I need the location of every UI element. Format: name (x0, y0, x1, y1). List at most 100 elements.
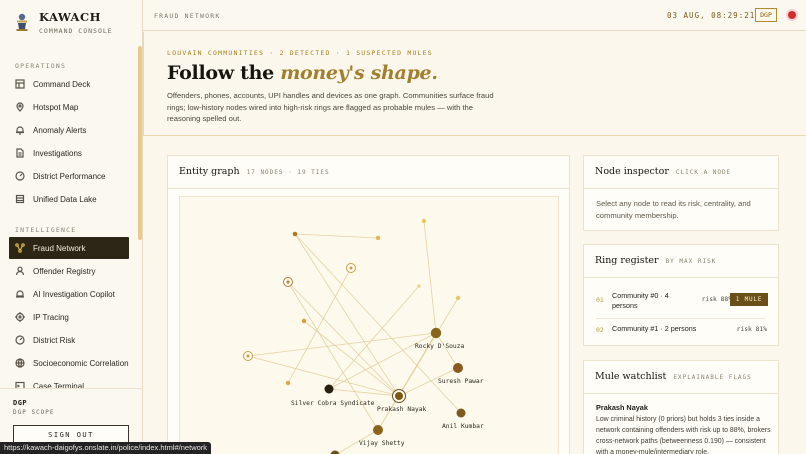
user-scope: DGP SCOPE (13, 409, 55, 416)
main-content: LOUVAIN COMMUNITIES · 2 DETECTED · 1 SUS… (143, 32, 806, 454)
emblem-icon (16, 13, 28, 31)
graph-node-ringed[interactable] (346, 263, 356, 273)
mule-count-badge: 1 MULE (730, 293, 768, 306)
graph-node[interactable] (455, 295, 461, 301)
nav-item-ip-tracing[interactable]: IP Tracing (9, 306, 129, 328)
sidebar-scrollbar[interactable] (138, 46, 142, 240)
nav-item-district-performance[interactable]: District Performance (9, 165, 129, 187)
card-title: Ring register (595, 255, 659, 266)
node-label: Vijay Shetty (359, 440, 405, 447)
ring-name: Community #1 · 2 persons (612, 324, 697, 333)
nav-item-ai-copilot[interactable]: AI Investigation Copilot (9, 283, 129, 305)
ring-row[interactable]: 01 Community #0 · 4 persons risk 88% 1 M… (584, 289, 778, 313)
nav-item-district-risk[interactable]: District Risk (9, 329, 129, 351)
gauge-icon (15, 335, 25, 345)
bell-icon (16, 126, 24, 135)
node-label: Suresh Pawar (438, 378, 484, 385)
edges (247, 220, 462, 454)
graph-canvas[interactable]: Rocky D'Souza Suresh Pawar Silver Cobra … (179, 196, 559, 454)
graph-node[interactable] (453, 363, 463, 373)
ring-index: 02 (596, 326, 604, 334)
edge (328, 388, 400, 397)
card-title: Entity graph (179, 166, 240, 177)
user-role: DGP (13, 399, 28, 407)
title-plain: Follow the (167, 62, 281, 84)
nav-label: Command Deck (33, 79, 91, 89)
graph-node-ringed[interactable] (392, 389, 406, 403)
nav-item-investigations[interactable]: Investigations (9, 142, 129, 164)
node-core (286, 280, 290, 284)
section-label-intelligence: INTELLIGENCE (15, 226, 77, 234)
edge (287, 281, 379, 431)
nodes[interactable] (243, 218, 466, 454)
graph-node[interactable] (430, 327, 442, 339)
card-title: Node inspector (595, 166, 669, 177)
role-badge[interactable]: DGP (755, 8, 777, 22)
card-meta: 17 NODES · 19 TIES (246, 169, 330, 176)
ring-risk: risk 81% (736, 326, 767, 333)
sidebar: KAWACH COMMAND CONSOLE OPERATIONS Comman… (0, 0, 143, 454)
edge (435, 332, 459, 369)
node-label: Silver Cobra Syndicate (291, 400, 375, 407)
graph-node[interactable] (324, 384, 334, 394)
entity-graph-card: Entity graph 17 NODES · 19 TIES Rocky D'… (167, 155, 570, 454)
graph-node-ringed[interactable] (243, 351, 253, 361)
graph-node[interactable] (417, 284, 421, 288)
ring-risk: risk 88% (701, 296, 732, 303)
edge (247, 355, 400, 397)
card-meta: BY MAX RISK (665, 258, 717, 265)
grid-icon (15, 79, 25, 89)
ring-row[interactable]: 02 Community #1 · 2 persons risk 81% (584, 323, 778, 339)
node-core (246, 354, 250, 358)
edge (303, 320, 400, 397)
nav-item-anomaly-alerts[interactable]: Anomaly Alerts (9, 119, 129, 141)
nav-item-socioeconomic-correlation[interactable]: Socioeconomic Correlation (9, 352, 129, 374)
edge (294, 233, 400, 397)
graph-node[interactable] (373, 425, 383, 435)
file-icon (16, 148, 24, 158)
nav-item-unified-data-lake[interactable]: Unified Data Lake (9, 188, 129, 210)
graph-node[interactable] (301, 318, 307, 324)
ring-register-card: Ring register BY MAX RISK 01 Community #… (583, 244, 779, 346)
mule-name[interactable]: Prakash Nayak (596, 403, 648, 412)
nav-item-hotspot-map[interactable]: Hotspot Map (9, 96, 129, 118)
nav-label: Offender Registry (33, 266, 96, 276)
node-core (349, 266, 353, 270)
graph-node-ringed[interactable] (283, 277, 293, 287)
brand-name: KAWACH (39, 10, 101, 24)
graph-node[interactable] (292, 231, 298, 237)
node-label: Prakash Nayak (377, 406, 426, 413)
mule-watchlist-card: Mule watchlist EXPLAINABLE FLAGS Prakash… (583, 360, 779, 454)
nav-item-fraud-network[interactable]: Fraud Network (9, 237, 129, 259)
node-core (395, 392, 403, 400)
edge (287, 281, 400, 397)
node-label: Anil Kumbar (442, 423, 484, 430)
intelligence-nav: Fraud Network Offender Registry AI Inves… (9, 237, 129, 398)
network-icon (15, 243, 25, 253)
nav-label: AI Investigation Copilot (33, 289, 115, 299)
node-inspector-card: Node inspector CLICK A NODE Select any n… (583, 155, 779, 231)
brand-subtitle: COMMAND CONSOLE (39, 27, 113, 35)
hero-eyebrow: LOUVAIN COMMUNITIES · 2 DETECTED · 1 SUS… (167, 49, 433, 57)
nav-item-command-deck[interactable]: Command Deck (9, 73, 129, 95)
nav-label: Hotspot Map (33, 102, 79, 112)
card-header: Ring register BY MAX RISK (584, 245, 778, 266)
card-meta: CLICK A NODE (675, 169, 732, 176)
network-graph[interactable]: Rocky D'Souza Suresh Pawar Silver Cobra … (180, 197, 560, 454)
divider (584, 277, 778, 278)
datetime-display: 03 AUG, 08:29:21 (667, 11, 756, 20)
graph-node[interactable] (456, 408, 466, 418)
card-header: Mule watchlist EXPLAINABLE FLAGS (584, 361, 778, 382)
user-icon (15, 266, 25, 276)
graph-node[interactable] (421, 218, 427, 224)
brand[interactable]: KAWACH COMMAND CONSOLE (14, 10, 113, 35)
graph-node[interactable] (285, 380, 291, 386)
inspector-hint: Select any node to read its risk, centra… (596, 199, 751, 220)
divider (584, 188, 778, 189)
status-url-tooltip: https://kawach-daigofys.onslate.in/polic… (0, 442, 212, 454)
live-status-indicator (788, 11, 796, 19)
graph-node[interactable] (330, 450, 340, 454)
nav-label: Anomaly Alerts (33, 125, 87, 135)
graph-node[interactable] (375, 235, 381, 241)
nav-item-offender-registry[interactable]: Offender Registry (9, 260, 129, 282)
